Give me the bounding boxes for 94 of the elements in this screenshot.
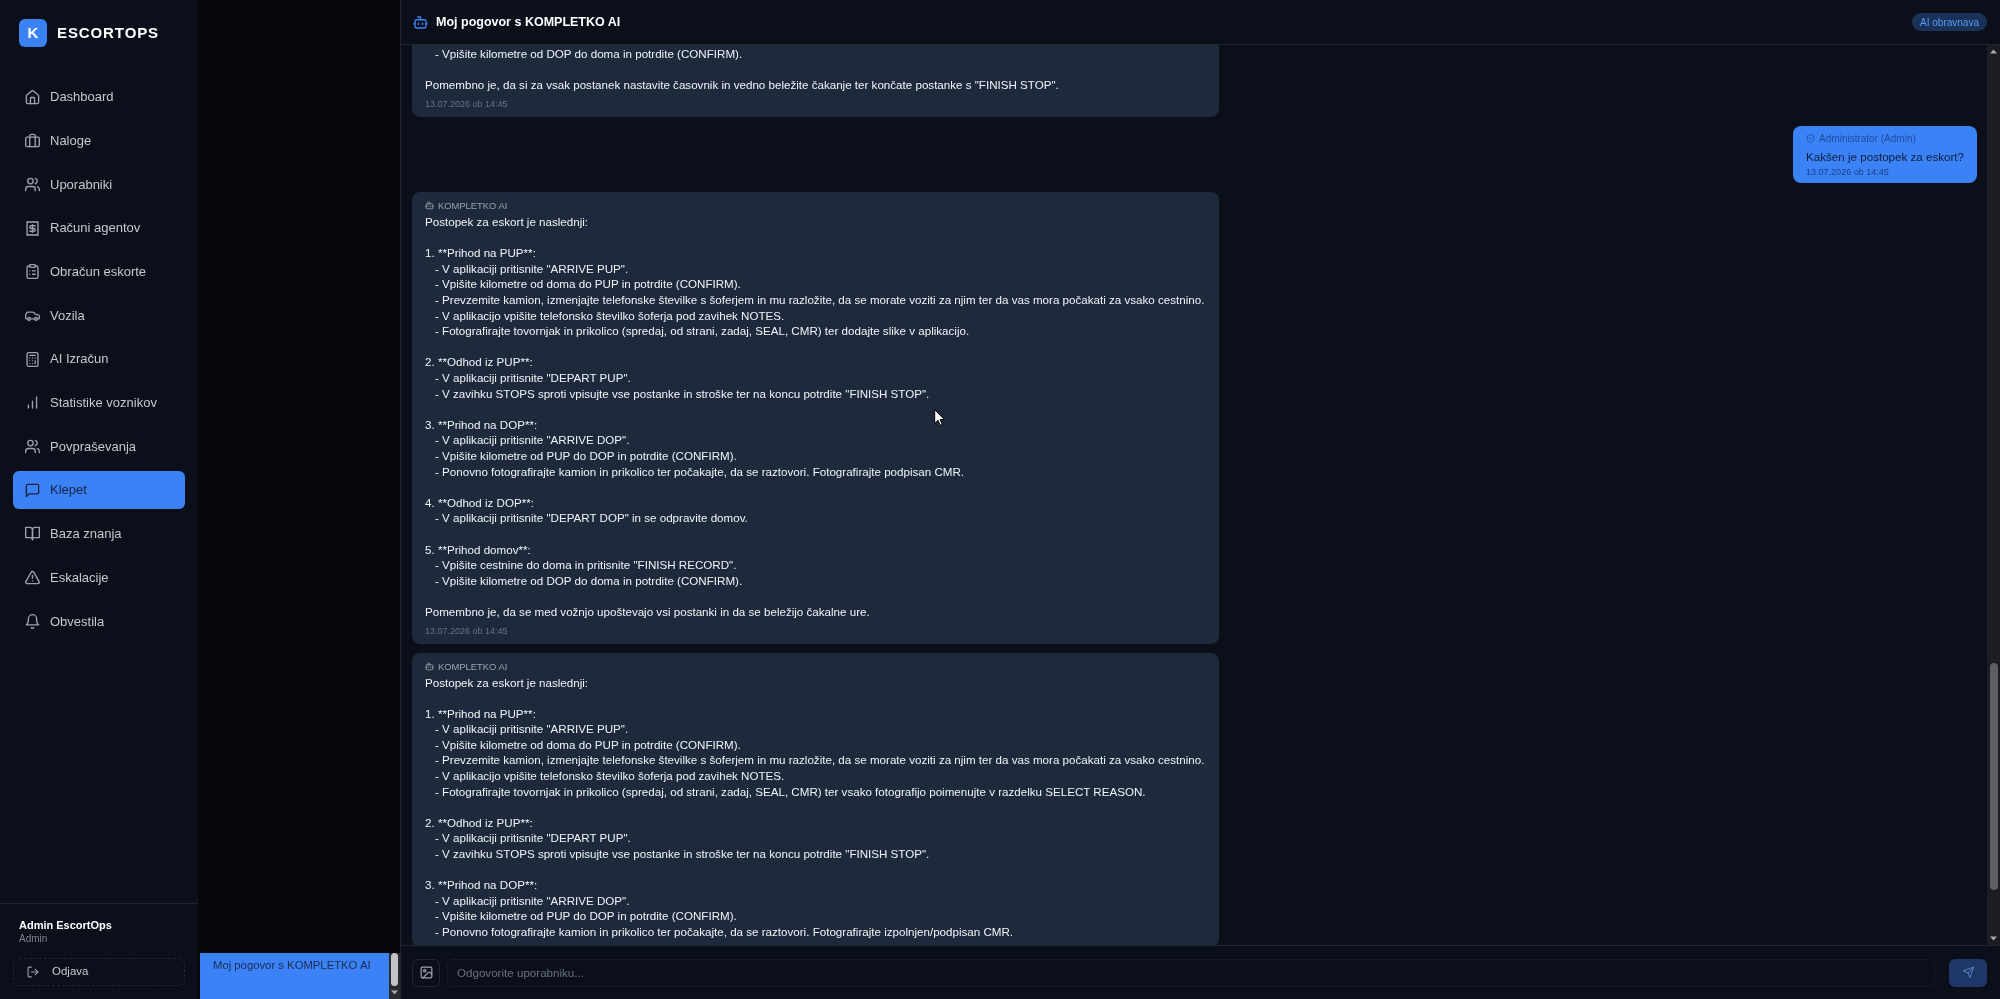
users-icon [25,439,40,454]
list-item: - V zavihku STOPS sproti vpisujte vse postanke in stroške ter na koncu potrdite "FINISH STOP". [435,385,930,402]
sidebar-item[interactable]: Vozila [13,296,185,335]
brand-name: ESCORTOPS [57,22,159,43]
list-item: - Ponovno fotografirajte kamion in prikolico ter počakajte, da se raztovori. Fotografirajte podpisan CMR. [435,463,965,480]
message-text: Kakšen je postopek za eskort? [1806,149,1964,166]
chat-bubble-icon [25,482,40,498]
send-icon [1962,967,1974,978]
sidebar-item[interactable]: Obračun eskorte [13,252,185,291]
list-heading: 3. **Prihod na DOP**: [425,416,538,433]
receipt-icon [25,220,40,236]
sidebar-item[interactable]: Povpraševanja [13,427,185,466]
conversation-item[interactable]: Moj pogovor s KOMPLETKO AI [200,953,389,999]
message-text: Pomembno je, da si za vsak postanek nastavite časovnik in vedno beležite čakanje ter končate postanke s "FINISH STOP". [425,77,1059,93]
status-badge: AI obravnava [1912,13,1987,31]
list-heading: 3. **Prihod na DOP**: [425,877,538,893]
user-name: Admin EscortOps [18,918,112,932]
bell-icon [25,613,40,629]
list-item: - Vpišite kilometre od DOP do doma in potrdite (CONFIRM). [435,572,743,589]
clipboard-icon [25,264,40,280]
sidebar-item[interactable]: Računi agentov [13,209,185,248]
list-item: - Vpišite kilometre od DOP do doma in potrdite (CONFIRM). [435,46,743,62]
scrollbar-thumb[interactable] [391,953,398,986]
robot-icon [425,201,434,211]
list-item: - Prevzemite kamion, izmenjajte telefonske številke s šoferjem in mu razložite, da se morate voziti za njim ter da vas mora počakati za vsako cestnino. [435,292,1205,308]
list-item: - Vpišite kilometre od doma do PUP in potrdite (CONFIRM). [435,276,741,293]
list-item: - Vpišite kilometre od PUP do DOP in potrdite (CONFIRM). [435,908,737,924]
list-item: - Vpišite cestnine do doma in pritisnite "FINISH RECORD". [435,557,737,573]
list-item: - V aplikaciji pritisnite "ARRIVE PUP". [435,721,629,737]
message-text: Pomembno je, da se med vožnjo upoštevajo vsi postanki in da se beležijo čakalne ure. [425,603,870,620]
list-heading: 2. **Odhod iz PUP**: [425,814,533,831]
list-heading: 5. **Prihod domov**: [425,541,531,558]
warning-icon [25,570,40,586]
list-item: - V aplikaciji pritisnite "ARRIVE DOP". [435,892,630,909]
logo-mark: K [19,19,47,47]
sidebar-item[interactable]: Uporabniki [13,165,185,204]
logout-icon [27,966,39,978]
scroll-up-arrow-icon[interactable] [1990,49,1997,54]
logout-button[interactable]: Odjava [13,958,185,986]
scrollbar[interactable] [1987,45,2000,945]
list-item: - V aplikaciji pritisnite "DEPART PUP". [435,830,631,847]
image-upload-button[interactable] [412,958,440,987]
sender-name: KOMPLETKO AI [438,659,508,673]
robot-icon [413,14,428,30]
send-button[interactable] [1949,958,1987,987]
list-item: - V aplikaciji pritisnite "ARRIVE DOP". [435,432,630,448]
robot-icon [425,661,434,671]
shield-check-icon [1806,133,1816,143]
mouse-pointer-icon [934,409,945,426]
home-icon [25,89,40,105]
list-item: - Ponovno fotografirajte kamion in prikolico ter počakajte, da se raztovori. Fotografirajte izpolnjen/podpisan CMR. [435,924,1014,940]
sender-name: Administrator (Admin) [1819,131,1916,145]
list-item: - V aplikacijo vpišite telefonsko številko šoferja pod zavihek NOTES. [435,768,785,784]
book-icon [25,526,40,542]
sidebar-item[interactable]: Klepet [13,471,185,510]
list-item: - Prevzemite kamion, izmenjajte telefonske številke s šoferjem in mu razložite, da se morate voziti za njim ter da vas mora počakati za vsako cestnino. [435,752,1205,769]
list-item: - V zavihku STOPS sproti vpisujte vse postanke in stroške ter na koncu potrdite "FINISH STOP". [435,846,930,862]
briefcase-icon [25,133,40,149]
image-icon [419,966,433,979]
sidebar-item[interactable]: Eskalacije [13,558,185,597]
list-item: - V aplikacijo vpišite telefonsko številko šoferja pod zavihek NOTES. [435,307,785,324]
bar-chart-icon [25,395,40,411]
sidebar-item[interactable]: Obvestila [13,602,185,641]
message-time: 13.07.2026 ob 14:45 [425,97,508,110]
chat-title: Moj pogovor s KOMPLETKO AI [436,13,621,31]
list-item: - Fotografirajte tovornjak in prikolico (spredaj, od strani, zadaj, SEAL, CMR) ter vsako fotografijo poimenujte v razdelku SELECT REASON. [435,783,1146,800]
list-heading: 1. **Prihod na PUP**: [425,245,536,261]
list-heading: 4. **Odhod iz DOP**: [425,494,534,511]
message-text: Postopek za eskort je naslednji: [425,674,589,691]
user-role: Admin [18,933,48,945]
scroll-down-arrow-icon[interactable] [391,990,398,995]
sidebar-item[interactable]: Statistike voznikov [13,383,185,422]
list-heading: 1. **Prihod na PUP**: [425,705,536,722]
sender-name: KOMPLETKO AI [438,199,508,213]
reply-input[interactable]: Odgovorite uporabniku... [447,958,1935,987]
users-icon [25,176,40,192]
list-item: - Vpišite kilometre od doma do PUP in potrdite (CONFIRM). [435,736,741,753]
sidebar-item[interactable]: Naloge [13,121,185,160]
message-text: Postopek za eskort je naslednji: [425,214,589,230]
list-item: - Fotografirajte tovornjak in prikolico (spredaj, od strani, zadaj, SEAL, CMR) ter dodajte slike v aplikacijo. [435,323,970,339]
list-item: - Vpišite kilometre od PUP do DOP in potrdite (CONFIRM). [435,447,737,464]
scroll-down-arrow-icon[interactable] [1990,936,1997,941]
sidebar-item[interactable]: AI Izračun [13,340,185,379]
message-time: 13.07.2026 ob 14:45 [1806,166,1889,179]
list-heading: 2. **Odhod iz PUP**: [425,354,533,370]
list-item: - V aplikaciji pritisnite "ARRIVE PUP". [435,260,629,277]
calculator-icon [25,351,40,367]
sidebar-item[interactable]: Baza znanja [13,514,185,553]
sidebar-item[interactable]: Dashboard [13,78,185,116]
list-item: - V aplikaciji pritisnite "DEPART PUP". [435,370,631,386]
scrollbar[interactable] [389,953,400,999]
message-time: 13.07.2026 ob 14:45 [425,624,508,637]
list-item: - V aplikaciji pritisnite "DEPART DOP" in se odpravite domov. [435,510,748,526]
scrollbar-thumb[interactable] [1989,663,1998,890]
